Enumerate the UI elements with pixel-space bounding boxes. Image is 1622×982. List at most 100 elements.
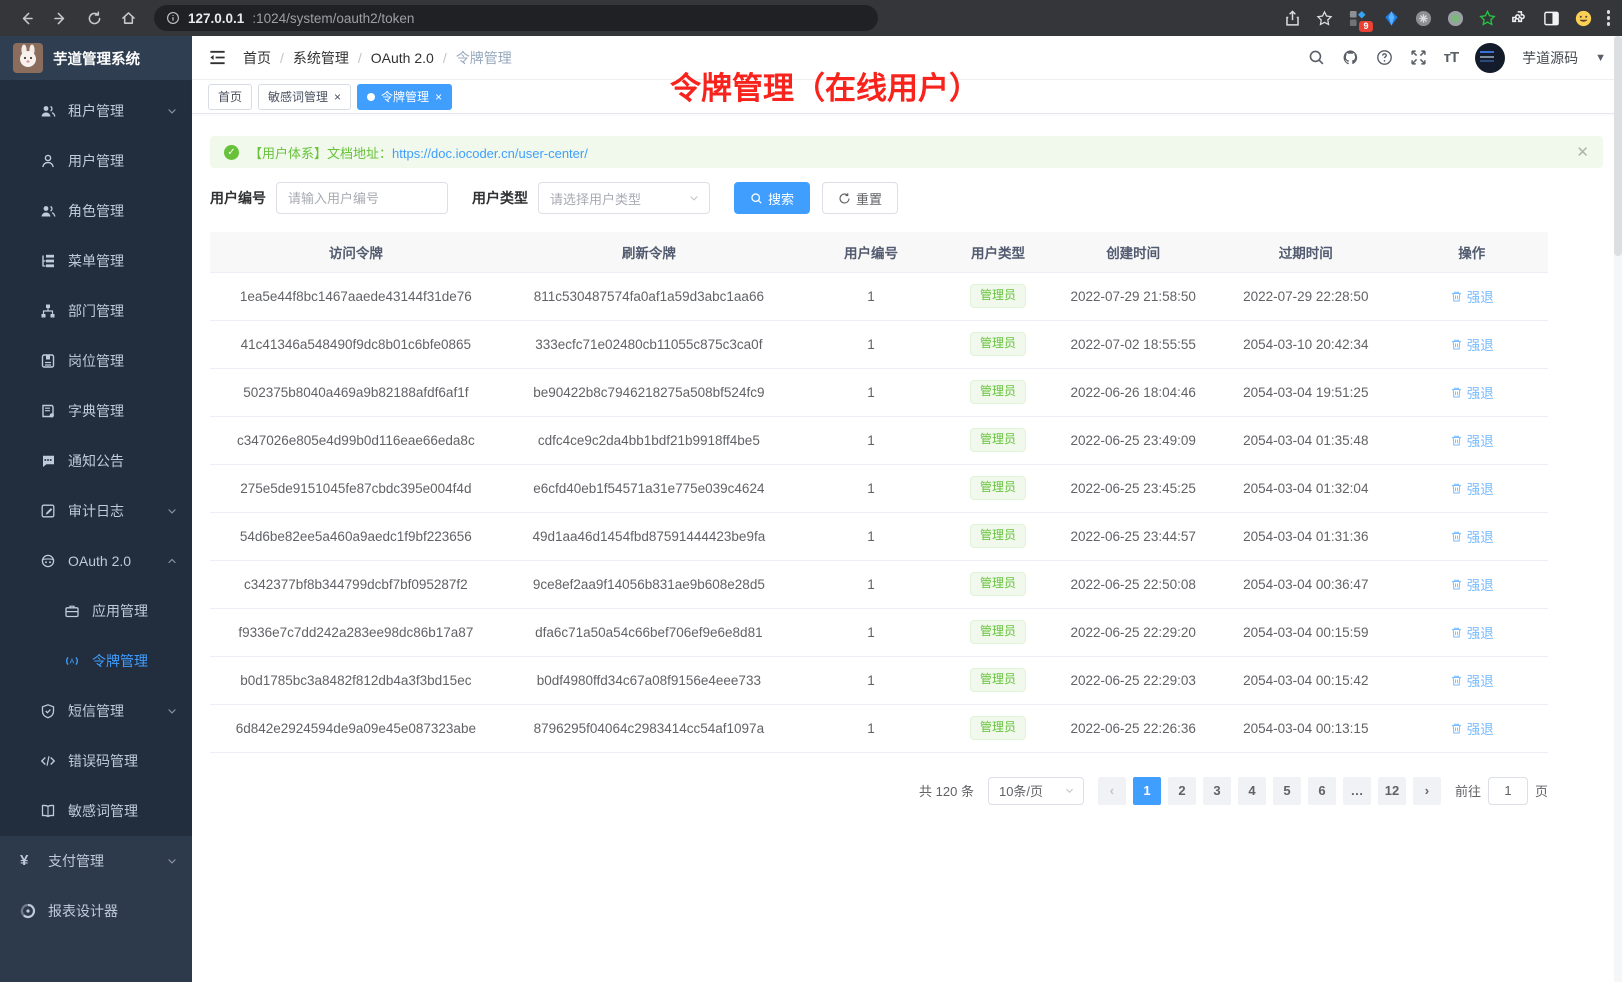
fullscreen-icon[interactable] [1410, 49, 1427, 66]
green-circle-extension-icon[interactable] [1447, 10, 1464, 27]
sidebar-item-dict-management[interactable]: 字典管理 [0, 386, 192, 436]
force-logout-label: 强退 [1467, 478, 1494, 498]
prev-page-button[interactable]: ‹ [1098, 777, 1126, 805]
page-content: ✓ 【用户体系】文档地址：https://doc.iocoder.cn/user… [192, 114, 1622, 982]
page-button-2[interactable]: 2 [1168, 777, 1196, 805]
breadcrumb-item-home[interactable]: 首页 [243, 48, 271, 68]
action-cell: 强退 [1395, 368, 1548, 416]
tab-home[interactable]: 首页 [208, 84, 252, 110]
app-logo[interactable]: 芋道管理系统 [0, 36, 192, 80]
browser-menu-icon[interactable] [1607, 10, 1611, 26]
access-token-cell: c347026e805e4d99b0d116eae66eda8c [210, 416, 502, 464]
sidebar-item-menu-management[interactable]: 菜单管理 [0, 236, 192, 286]
force-logout-button[interactable]: 强退 [1450, 382, 1494, 402]
pie-icon [20, 903, 36, 919]
sidebar-item-report-designer[interactable]: 报表设计器 [0, 886, 192, 936]
page-ellipsis[interactable]: … [1343, 777, 1371, 805]
command-extension-icon[interactable] [1415, 10, 1432, 27]
user-id-input[interactable] [276, 182, 448, 214]
tab-close-icon[interactable]: × [334, 91, 341, 103]
sidebar-item-role-management[interactable]: 角色管理 [0, 186, 192, 236]
sidebar-item-dept-management[interactable]: 部门管理 [0, 286, 192, 336]
help-icon[interactable] [1376, 49, 1393, 66]
user-type-select[interactable]: 请选择用户类型 [538, 182, 710, 214]
trash-icon [1450, 530, 1463, 543]
search-button[interactable]: 搜索 [734, 182, 810, 214]
github-icon[interactable] [1342, 49, 1359, 66]
url-bar[interactable]: 127.0.0.1:1024/system/oauth2/token [154, 5, 878, 31]
next-page-button[interactable]: › [1413, 777, 1441, 805]
action-cell: 强退 [1395, 512, 1548, 560]
force-logout-button[interactable]: 强退 [1450, 574, 1494, 594]
search-icon[interactable] [1308, 49, 1325, 66]
pager: ‹123456…12› [1098, 777, 1441, 805]
sidebar-item-token-management[interactable]: A令牌管理 [0, 636, 192, 686]
user-type-badge: 管理员 [970, 428, 1026, 452]
goto-page-input[interactable] [1488, 777, 1528, 805]
table-row: 6d842e2924594de9a09e45e087323abe8796295f… [210, 704, 1548, 752]
sidebar-item-audit-log[interactable]: 审计日志 [0, 486, 192, 536]
force-logout-button[interactable]: 强退 [1450, 478, 1494, 498]
user-type-cell: 管理员 [946, 608, 1050, 656]
extension-grid-icon[interactable]: 9 [1348, 8, 1368, 28]
sidebar-item-post-management[interactable]: 岗位管理 [0, 336, 192, 386]
profile-avatar-emoji-icon[interactable] [1575, 10, 1592, 27]
share-icon[interactable] [1284, 10, 1301, 27]
oauth-icon [40, 553, 56, 569]
page-size-select[interactable]: 10条/页 [988, 777, 1084, 805]
sidebar-item-user-management[interactable]: 用户管理 [0, 136, 192, 186]
reset-button[interactable]: 重置 [822, 182, 898, 214]
app-title: 芋道管理系统 [53, 48, 140, 69]
tab-close-icon[interactable]: × [435, 91, 442, 103]
page-button-6[interactable]: 6 [1308, 777, 1336, 805]
page-button-12[interactable]: 12 [1378, 777, 1406, 805]
sidebar-item-pay-management[interactable]: ¥支付管理 [0, 836, 192, 886]
force-logout-button[interactable]: 强退 [1450, 718, 1494, 738]
alert-close-icon[interactable]: ✕ [1576, 143, 1589, 161]
page-size-value: 10条/页 [999, 781, 1043, 800]
sidebar-item-sms-management[interactable]: 短信管理 [0, 686, 192, 736]
back-icon[interactable] [12, 4, 40, 32]
sidebar-item-app-management[interactable]: 应用管理 [0, 586, 192, 636]
force-logout-button[interactable]: 强退 [1450, 334, 1494, 354]
bookmark-star-icon[interactable] [1316, 10, 1333, 27]
sidebar-item-label: 支付管理 [48, 851, 104, 871]
tab-token[interactable]: 令牌管理× [357, 84, 452, 110]
sidebar-item-error-code-management[interactable]: 错误码管理 [0, 736, 192, 786]
home-icon[interactable] [114, 4, 142, 32]
reading-mode-icon[interactable] [1543, 10, 1560, 27]
reload-icon[interactable] [80, 4, 108, 32]
sidebar-item-oauth2[interactable]: OAuth 2.0 [0, 536, 192, 586]
sidebar-item-sensitive-word-management[interactable]: 敏感词管理 [0, 786, 192, 836]
force-logout-button[interactable]: 强退 [1450, 526, 1494, 546]
page-button-3[interactable]: 3 [1203, 777, 1231, 805]
page-button-1[interactable]: 1 [1133, 777, 1161, 805]
force-logout-button[interactable]: 强退 [1450, 430, 1494, 450]
puzzle-extension-icon[interactable] [1511, 10, 1528, 27]
caret-down-icon[interactable]: ▼ [1595, 52, 1606, 64]
tab-sensitive-word[interactable]: 敏感词管理× [258, 84, 351, 110]
force-logout-button[interactable]: 强退 [1450, 286, 1494, 306]
green-star-extension-icon[interactable] [1479, 10, 1496, 27]
url-host: 127.0.0.1 [188, 11, 244, 26]
breadcrumb-item-oauth2[interactable]: OAuth 2.0 [371, 50, 434, 66]
page-scrollbar[interactable] [1614, 36, 1622, 982]
breadcrumb-separator: / [280, 50, 284, 66]
hamburger-icon[interactable] [208, 48, 227, 67]
page-button-4[interactable]: 4 [1238, 777, 1266, 805]
users-icon [40, 103, 56, 119]
site-info-icon[interactable] [166, 11, 180, 25]
breadcrumb-item-system-management[interactable]: 系统管理 [293, 48, 349, 68]
table-row: f9336e7c7dd242a283ee98dc86b17a87dfa6c71a… [210, 608, 1548, 656]
force-logout-button[interactable]: 强退 [1450, 670, 1494, 690]
alert-doc-link[interactable]: https://doc.iocoder.cn/user-center/ [392, 146, 588, 161]
page-button-5[interactable]: 5 [1273, 777, 1301, 805]
sidebar-item-tenant-management[interactable]: 租户管理 [0, 86, 192, 136]
forward-icon[interactable] [46, 4, 74, 32]
font-size-icon[interactable]: ᴛT [1444, 49, 1459, 66]
force-logout-button[interactable]: 强退 [1450, 622, 1494, 642]
diamond-extension-icon[interactable] [1383, 10, 1400, 27]
user-avatar[interactable] [1475, 43, 1505, 73]
scrollbar-thumb[interactable] [1614, 36, 1622, 256]
sidebar-item-notice-management[interactable]: 通知公告 [0, 436, 192, 486]
